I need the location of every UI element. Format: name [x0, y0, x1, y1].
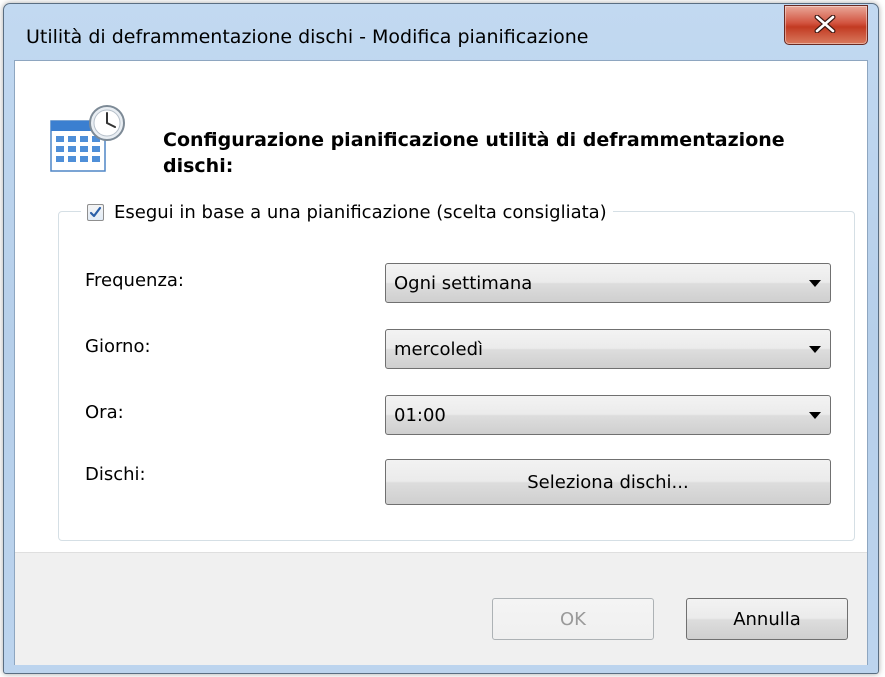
- schedule-toggle[interactable]: Esegui in base a una pianificazione (sce…: [81, 197, 613, 227]
- disks-label: Dischi:: [85, 464, 146, 485]
- day-value: mercoledì: [394, 339, 484, 360]
- checkmark-icon: [89, 206, 102, 217]
- dialog-footer: OK Annulla: [15, 552, 867, 665]
- dialog-window: Utilità di deframmentazione dischi - Mod…: [3, 3, 879, 674]
- header-text: Configurazione pianificazione utilità di…: [163, 129, 785, 177]
- frequency-dropdown[interactable]: Ogni settimana: [385, 263, 831, 303]
- time-label: Ora:: [85, 402, 124, 423]
- day-dropdown[interactable]: mercoledì: [385, 329, 831, 369]
- day-label: Giorno:: [85, 336, 151, 357]
- chevron-down-icon: [809, 280, 821, 287]
- chevron-down-icon: [809, 346, 821, 353]
- chevron-down-icon: [809, 412, 821, 419]
- schedule-checkbox-label: Esegui in base a una pianificazione (sce…: [114, 201, 607, 223]
- close-icon: [814, 15, 836, 33]
- frequency-value: Ogni settimana: [394, 273, 533, 294]
- close-button[interactable]: [784, 5, 868, 45]
- select-disks-button[interactable]: Seleziona dischi...: [385, 459, 831, 505]
- dialog-body: Configurazione pianificazione utilità di…: [14, 60, 868, 665]
- frequency-label: Frequenza:: [85, 270, 184, 291]
- time-value: 01:00: [394, 405, 446, 426]
- window-title: Utilità di deframmentazione dischi - Mod…: [26, 26, 589, 48]
- schedule-checkbox[interactable]: [87, 203, 104, 221]
- ok-button[interactable]: OK: [492, 598, 654, 640]
- calendar-clock-icon: [50, 105, 125, 172]
- time-dropdown[interactable]: 01:00: [385, 395, 831, 435]
- cancel-button[interactable]: Annulla: [686, 598, 848, 640]
